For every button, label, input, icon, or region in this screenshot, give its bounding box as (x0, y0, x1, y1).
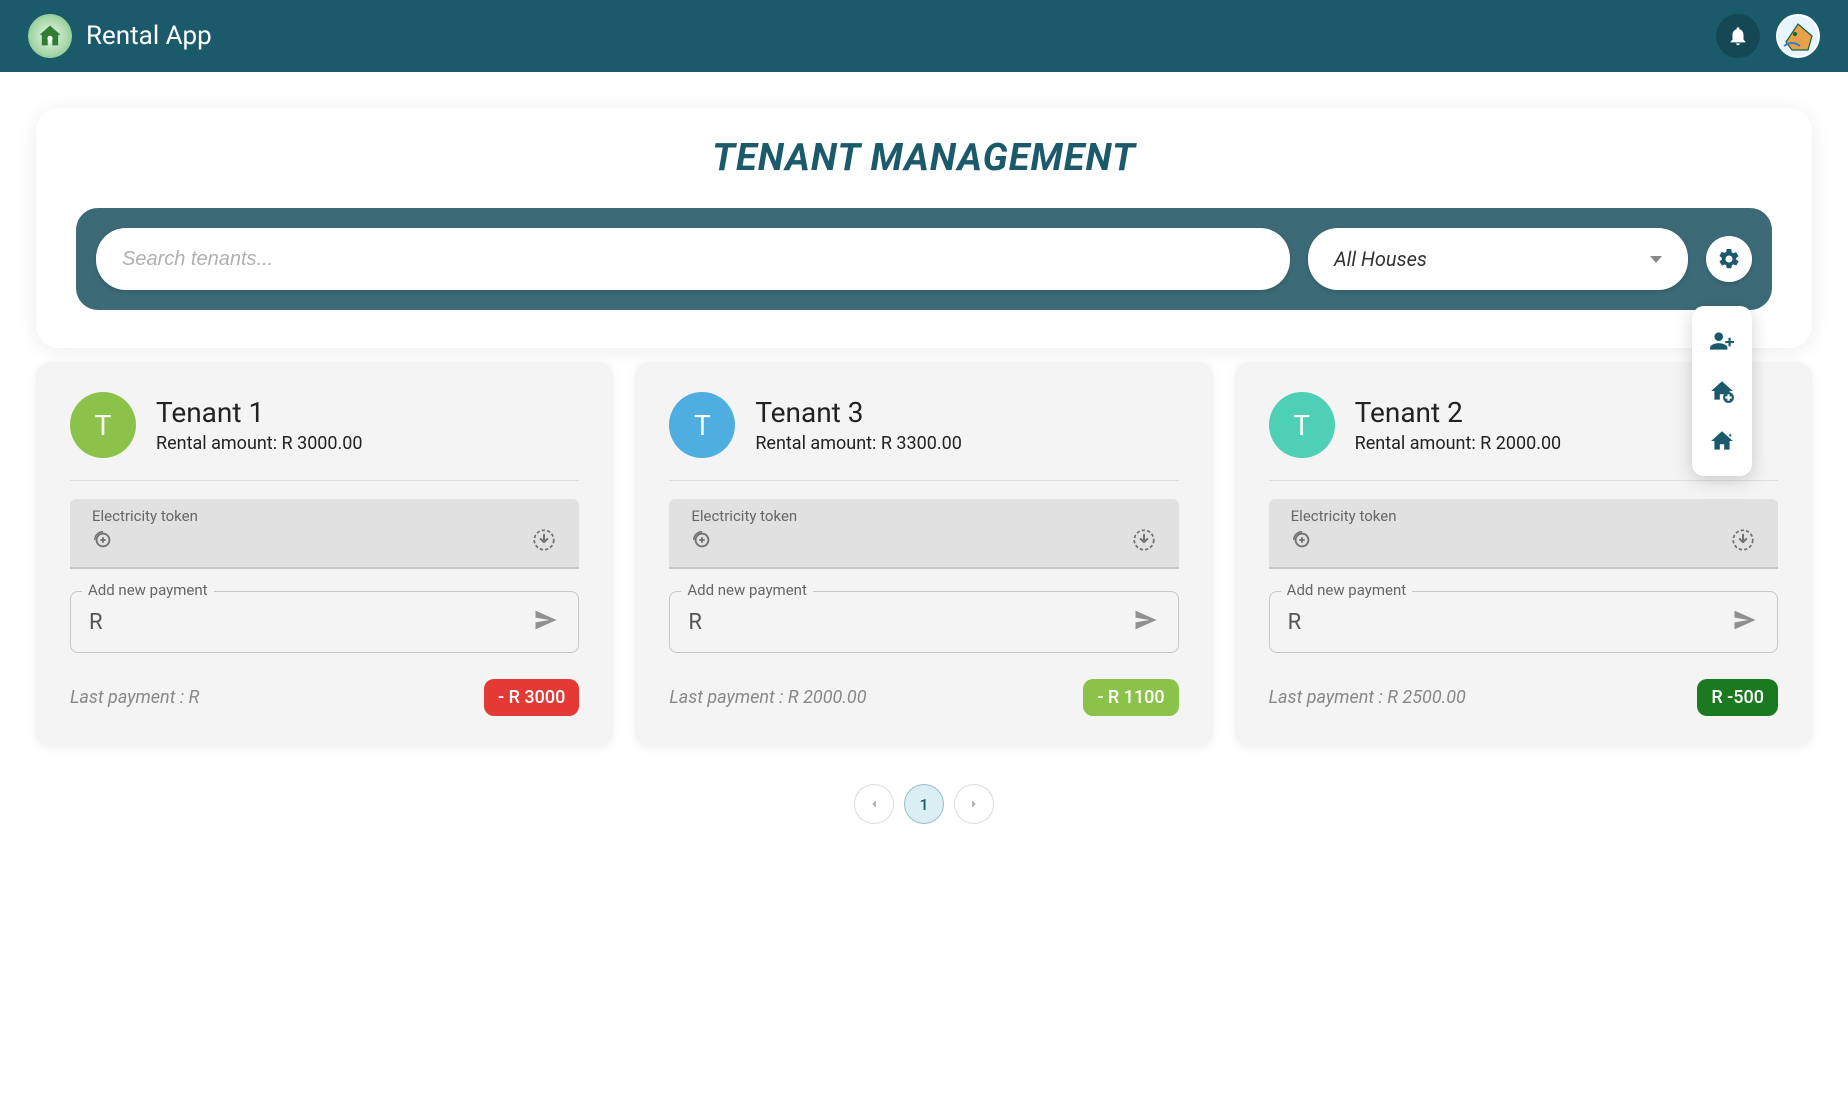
user-avatar[interactable] (1776, 14, 1820, 58)
pagination: 1 (0, 784, 1848, 824)
token-label: Electricity token (92, 507, 557, 525)
payment-input[interactable]: R (669, 591, 1178, 653)
add-token-icon[interactable] (92, 529, 114, 555)
brand-group: Rental App (28, 14, 212, 58)
add-tenant-button[interactable] (1692, 316, 1752, 366)
balance-chip: R -500 (1697, 679, 1778, 716)
payment-label: Add new payment (82, 581, 214, 599)
add-token-icon[interactable] (691, 529, 713, 555)
page-title: TENANT MANAGEMENT (76, 136, 1772, 180)
payment-prefix: R (1288, 610, 1302, 635)
token-label: Electricity token (1291, 507, 1756, 525)
house-gear-icon (1709, 428, 1735, 454)
notifications-button[interactable] (1716, 14, 1760, 58)
settings-button[interactable] (1706, 236, 1752, 282)
house-filter-label: All Houses (1334, 247, 1427, 271)
payment-label: Add new payment (1281, 581, 1413, 599)
chevron-down-icon (1650, 256, 1662, 263)
tenant-rental-amount: Rental amount: R 2000.00 (1355, 433, 1562, 454)
tenant-grid: T Tenant 1 Rental amount: R 3000.00 Elec… (0, 362, 1848, 746)
balance-chip: - R 3000 (484, 679, 579, 716)
person-add-icon (1709, 328, 1735, 354)
download-token-icon[interactable] (531, 527, 557, 557)
add-payment-field: Add new payment R (1269, 591, 1778, 653)
card-footer: Last payment : R - R 3000 (70, 679, 579, 716)
chevron-right-icon (967, 797, 981, 811)
pager-prev-button[interactable] (854, 784, 894, 824)
last-payment-label: Last payment : R 2000.00 (669, 687, 866, 708)
tenant-header: T Tenant 3 Rental amount: R 3300.00 (669, 392, 1178, 458)
divider (1269, 480, 1778, 481)
tenant-name: Tenant 3 (755, 396, 962, 429)
download-token-icon[interactable] (1730, 527, 1756, 557)
add-payment-field: Add new payment R (669, 591, 1178, 653)
bell-icon (1727, 25, 1749, 47)
search-bar: All Houses (76, 208, 1772, 310)
tenant-card: T Tenant 3 Rental amount: R 3300.00 Elec… (635, 362, 1212, 746)
submit-payment-button[interactable] (1132, 606, 1160, 638)
last-payment-label: Last payment : R 2500.00 (1269, 687, 1466, 708)
tenant-avatar: T (70, 392, 136, 458)
house-add-icon (1709, 378, 1735, 404)
payment-input[interactable]: R (1269, 591, 1778, 653)
chevron-left-icon (867, 797, 881, 811)
fab-menu (1692, 306, 1752, 476)
submit-payment-button[interactable] (1731, 606, 1759, 638)
balance-chip: - R 1100 (1083, 679, 1178, 716)
search-tenants-input[interactable] (96, 228, 1290, 290)
app-logo (28, 14, 72, 58)
download-token-icon[interactable] (1131, 527, 1157, 557)
avatar-icon (1778, 16, 1818, 56)
pager-page-1[interactable]: 1 (904, 784, 944, 824)
add-payment-field: Add new payment R (70, 591, 579, 653)
divider (70, 480, 579, 481)
tenant-management-panel: TENANT MANAGEMENT All Houses (36, 108, 1812, 348)
tenant-avatar: T (1269, 392, 1335, 458)
tenant-rental-amount: Rental amount: R 3000.00 (156, 433, 363, 454)
tenant-rental-amount: Rental amount: R 3300.00 (755, 433, 962, 454)
electricity-token-field[interactable]: Electricity token (1269, 499, 1778, 569)
divider (669, 480, 1178, 481)
payment-prefix: R (89, 610, 103, 635)
card-footer: Last payment : R 2500.00 R -500 (1269, 679, 1778, 716)
last-payment-label: Last payment : R (70, 687, 199, 708)
tenant-name: Tenant 1 (156, 396, 363, 429)
app-header: Rental App (0, 0, 1848, 72)
tenant-name: Tenant 2 (1355, 396, 1562, 429)
add-token-icon[interactable] (1291, 529, 1313, 555)
payment-input[interactable]: R (70, 591, 579, 653)
gear-icon (1717, 247, 1741, 271)
tenant-header: T Tenant 1 Rental amount: R 3000.00 (70, 392, 579, 458)
add-house-button[interactable] (1692, 366, 1752, 416)
house-settings-button[interactable] (1692, 416, 1752, 466)
pager-next-button[interactable] (954, 784, 994, 824)
tenant-avatar: T (669, 392, 735, 458)
card-footer: Last payment : R 2000.00 - R 1100 (669, 679, 1178, 716)
electricity-token-field[interactable]: Electricity token (669, 499, 1178, 569)
house-filter-select[interactable]: All Houses (1308, 228, 1688, 290)
payment-prefix: R (688, 610, 702, 635)
payment-label: Add new payment (681, 581, 813, 599)
electricity-token-field[interactable]: Electricity token (70, 499, 579, 569)
brand-title: Rental App (86, 21, 212, 51)
token-label: Electricity token (691, 507, 1156, 525)
tenant-card: T Tenant 1 Rental amount: R 3000.00 Elec… (36, 362, 613, 746)
submit-payment-button[interactable] (532, 606, 560, 638)
